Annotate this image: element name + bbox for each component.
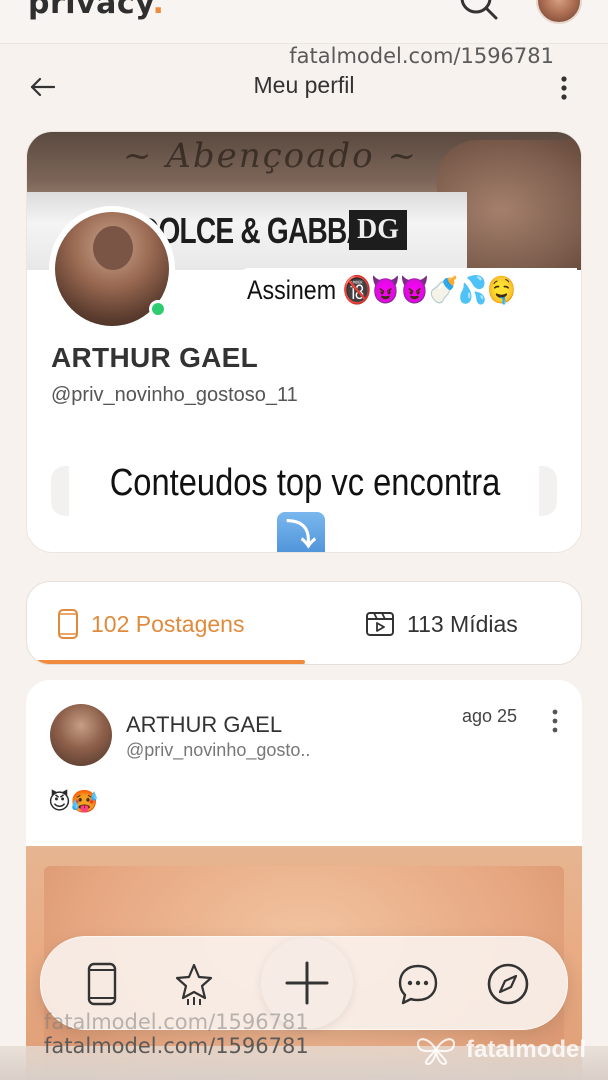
cover-tattoo-decoration: ~ Abençoado ~ [123,136,418,176]
compass-icon[interactable] [485,961,531,1007]
watermark-brand-text: fatalmodel [466,1036,587,1063]
cta-arrow-wrapper: ⤵ [261,504,343,552]
phone-icon[interactable] [79,961,125,1007]
media-icon [366,612,394,636]
top-app-bar: privacy. [0,0,608,44]
tab-media[interactable]: 113 Mídias [365,582,518,664]
page-title: Meu perfil [253,72,355,98]
star-icon[interactable] [171,961,217,1007]
tab-media-label: 113 Mídias [407,610,518,637]
watermark: fatalmodel.com/1596781 [44,1034,309,1058]
watermark: fatalmodel.com/1596781 [44,1010,309,1034]
post-text: 😈🥵 [48,790,99,815]
profile-card: ~ Abençoado ~ DOLCE & GABBANA DG Assinem… [26,131,582,553]
post-author-name[interactable]: ARTHUR GAEL [126,712,282,738]
more-options-icon[interactable] [556,74,572,102]
phone-icon [58,609,78,639]
profile-handle: @priv_novinho_gostoso_11 [51,384,298,406]
chat-icon[interactable] [395,961,441,1007]
watermark: fatalmodel.com/1596781 [289,44,554,68]
user-avatar[interactable] [536,0,582,24]
online-status-dot [149,300,167,318]
tab-posts[interactable]: 102 Postagens [57,582,245,664]
butterfly-logo-icon [416,1038,456,1066]
post-date: ago 25 [462,706,518,726]
post-author-avatar[interactable] [50,704,112,766]
cover-brand-logo: DG [349,210,407,250]
search-icon[interactable] [456,0,500,24]
profile-name: ARTHUR GAEL [51,342,259,373]
tab-posts-label: 102 Postagens [91,610,245,637]
profile-tabs: 102 Postagens 113 Mídias [26,581,582,665]
cta-text: Conteudos top vc encontra [109,462,501,504]
bio-tag-text: Assinem 🔞😈😈🍼💦🤤 [247,275,516,305]
active-tab-indicator [27,660,305,664]
watermark-brand: fatalmodel [414,1034,586,1066]
post-more-options-icon[interactable] [550,708,560,734]
arrow-down-right-icon: ⤵ [277,512,325,552]
post-author-handle: @priv_novinho_gosto.. [126,740,311,760]
app-logo[interactable]: privacy. [28,0,164,21]
bio-tag: Assinem 🔞😈😈🍼💦🤤 [239,268,577,318]
